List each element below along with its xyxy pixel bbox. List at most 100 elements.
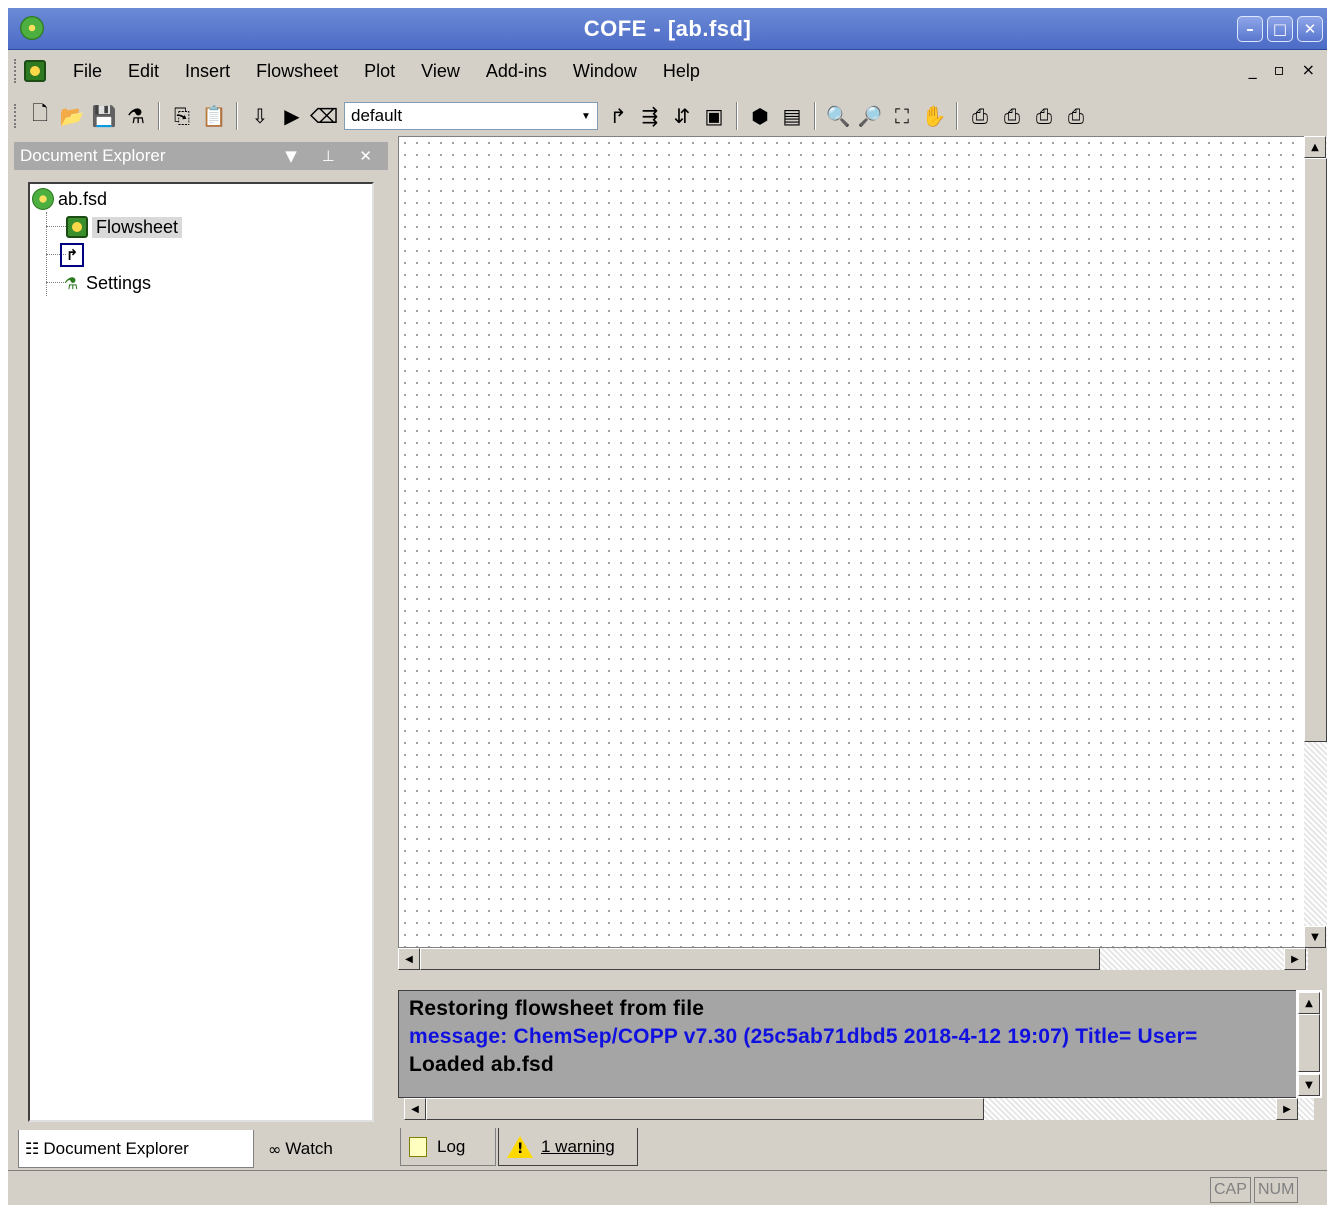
document-menu-icon[interactable] [24,60,46,82]
tab-log[interactable]: Log [400,1128,496,1166]
menu-flowsheet[interactable]: Flowsheet [243,61,351,82]
tree-item-stream[interactable]: ↱ [60,242,84,268]
tab-label: Watch [285,1139,333,1158]
settings-flask-icon[interactable]: ⚗ [122,102,150,130]
zoom-fit-icon[interactable]: ⛶ [888,102,916,130]
log-vertical-scroll-thumb[interactable] [1298,1014,1320,1072]
tree-item-label: Flowsheet [92,216,183,238]
unit-operation-icon[interactable]: ⬢ [746,102,774,130]
scroll-left-icon[interactable]: ◀ [404,1098,426,1120]
scroll-right-icon[interactable]: ▶ [1276,1098,1298,1120]
zoom-out-icon[interactable]: 🔎 [856,102,884,130]
log-line: message: ChemSep/COPP v7.30 (25c5ab71dbd… [409,1025,1198,1048]
scroll-down-icon[interactable]: ▼ [1298,1074,1320,1096]
log-vertical-scrollbar[interactable]: ▲ ▼ [1296,990,1322,1098]
print-search-icon[interactable]: ⎙ [1062,102,1090,130]
paste-icon[interactable]: 📋 [200,102,228,130]
menu-edit[interactable]: Edit [115,61,172,82]
tree-item-label: ab.fsd [58,188,108,209]
menu-file[interactable]: File [60,61,115,82]
open-folder-icon[interactable]: 📂 [58,102,86,130]
insert-stream-icon[interactable]: ↱ [604,102,632,130]
close-button[interactable]: ✕ [1297,16,1323,42]
num-lock-indicator: NUM [1254,1177,1299,1203]
menu-window[interactable]: Window [560,61,650,82]
tab-warnings[interactable]: ! 1 warning [498,1128,638,1166]
canvas-horizontal-scrollbar[interactable]: ◀ ▶ [398,948,1308,970]
save-disk-icon[interactable]: 💾 [90,102,118,130]
log-horizontal-scroll-thumb[interactable] [426,1098,984,1120]
explorer-header[interactable]: Document Explorer ▼ ⊥ ✕ [14,142,388,170]
mdi-child-controls[interactable]: _ ▫ × [1249,60,1321,79]
column-icon[interactable]: ▤ [778,102,806,130]
settings-flask-icon: ⚗ [63,273,79,293]
log-output[interactable]: Restoring flowsheet from file message: C… [398,990,1308,1098]
print-preview-icon[interactable]: ⎙ [998,102,1026,130]
minimize-button[interactable]: – [1237,16,1263,42]
tree-item-label: Settings [86,272,152,293]
insert-energy-stream-icon[interactable]: ⇶ [636,102,664,130]
maximize-button[interactable]: □ [1267,16,1293,42]
flowsheet-config-select[interactable]: default ▼ [344,102,598,130]
menu-view[interactable]: View [408,61,473,82]
menubar-grip[interactable] [14,59,18,83]
toolbar-separator [956,102,958,130]
explorer-header-controls[interactable]: ▼ ⊥ ✕ [285,142,382,170]
horizontal-scroll-thumb[interactable] [420,948,1100,970]
run-play-icon[interactable]: ▶ [278,102,306,130]
eraser-icon[interactable]: ⌫ [310,102,338,130]
title-bar[interactable]: COFE - [ab.fsd] – □ ✕ [8,8,1327,50]
insert-unit-icon[interactable]: ▣ [700,102,728,130]
tab-watch[interactable]: ∞ Watch [262,1130,382,1168]
warning-mark: ! [517,1140,524,1157]
cofe-window: COFE - [ab.fsd] – □ ✕ File Edit Insert F… [8,8,1327,1205]
explorer-title: Document Explorer [20,146,166,165]
tree-item-flowsheet[interactable]: Flowsheet [66,214,183,240]
scroll-down-icon[interactable]: ▼ [1304,926,1326,948]
toolbar-grip[interactable] [14,104,18,128]
zoom-in-icon[interactable]: 🔍 [824,102,852,130]
scroll-up-icon[interactable]: ▲ [1304,136,1326,158]
toolbar-separator [236,102,238,130]
menu-help[interactable]: Help [650,61,713,82]
log-line: Restoring flowsheet from file [409,997,705,1020]
menu-insert[interactable]: Insert [172,61,243,82]
flowsheet-canvas[interactable] [398,136,1308,948]
log-horizontal-scrollbar[interactable]: ◀ ▶ [404,1098,1314,1120]
tree-item-settings[interactable]: ⚗ Settings [60,270,151,296]
validate-icon[interactable]: ⇩ [246,102,274,130]
tab-label: Document Explorer [43,1138,189,1158]
stream-icon: ↱ [60,243,84,267]
tree-view-icon: ☷ [25,1139,40,1158]
toolbar-separator [158,102,160,130]
scroll-left-icon[interactable]: ◀ [398,948,420,970]
document-tree[interactable]: ab.fsd Flowsheet ↱ ⚗ Settings [28,182,374,1122]
scroll-right-icon[interactable]: ▶ [1284,948,1306,970]
tab-label: 1 warning [541,1136,615,1156]
document-explorer-panel: Document Explorer ▼ ⊥ ✕ ab.fsd Flowsheet… [8,136,396,1170]
window-title: COFE - [ab.fsd] [583,16,752,41]
copy-icon[interactable]: ⎘ [168,102,196,130]
tab-document-explorer[interactable]: ☷ Document Explorer [18,1130,254,1168]
insert-info-stream-icon[interactable]: ⇵ [668,102,696,130]
status-bar: CAP NUM [8,1170,1327,1205]
glasses-icon: ∞ [268,1139,282,1159]
print-setup-icon[interactable]: ⎙ [1030,102,1058,130]
print-icon[interactable]: ⎙ [966,102,994,130]
explorer-tab-strip: ☷ Document Explorer ∞ Watch [18,1130,396,1170]
window-controls: – □ ✕ [1237,16,1323,42]
toolbar-separator [736,102,738,130]
menu-add-ins[interactable]: Add-ins [473,61,560,82]
pan-hand-icon[interactable]: ✋ [920,102,948,130]
log-notepad-icon [409,1136,427,1157]
menu-bar: File Edit Insert Flowsheet Plot View Add… [8,50,1327,92]
warning-icon: ! [507,1135,533,1158]
tree-connector [46,226,66,227]
chevron-down-icon[interactable]: ▼ [575,103,597,129]
tree-item-root[interactable]: ab.fsd [32,186,107,212]
new-file-icon[interactable]: 🗋 [26,101,54,130]
menu-plot[interactable]: Plot [351,61,408,82]
canvas-vertical-scrollbar[interactable]: ▲ ▼ [1304,136,1327,948]
scroll-up-icon[interactable]: ▲ [1298,992,1320,1014]
vertical-scroll-thumb[interactable] [1304,158,1327,742]
